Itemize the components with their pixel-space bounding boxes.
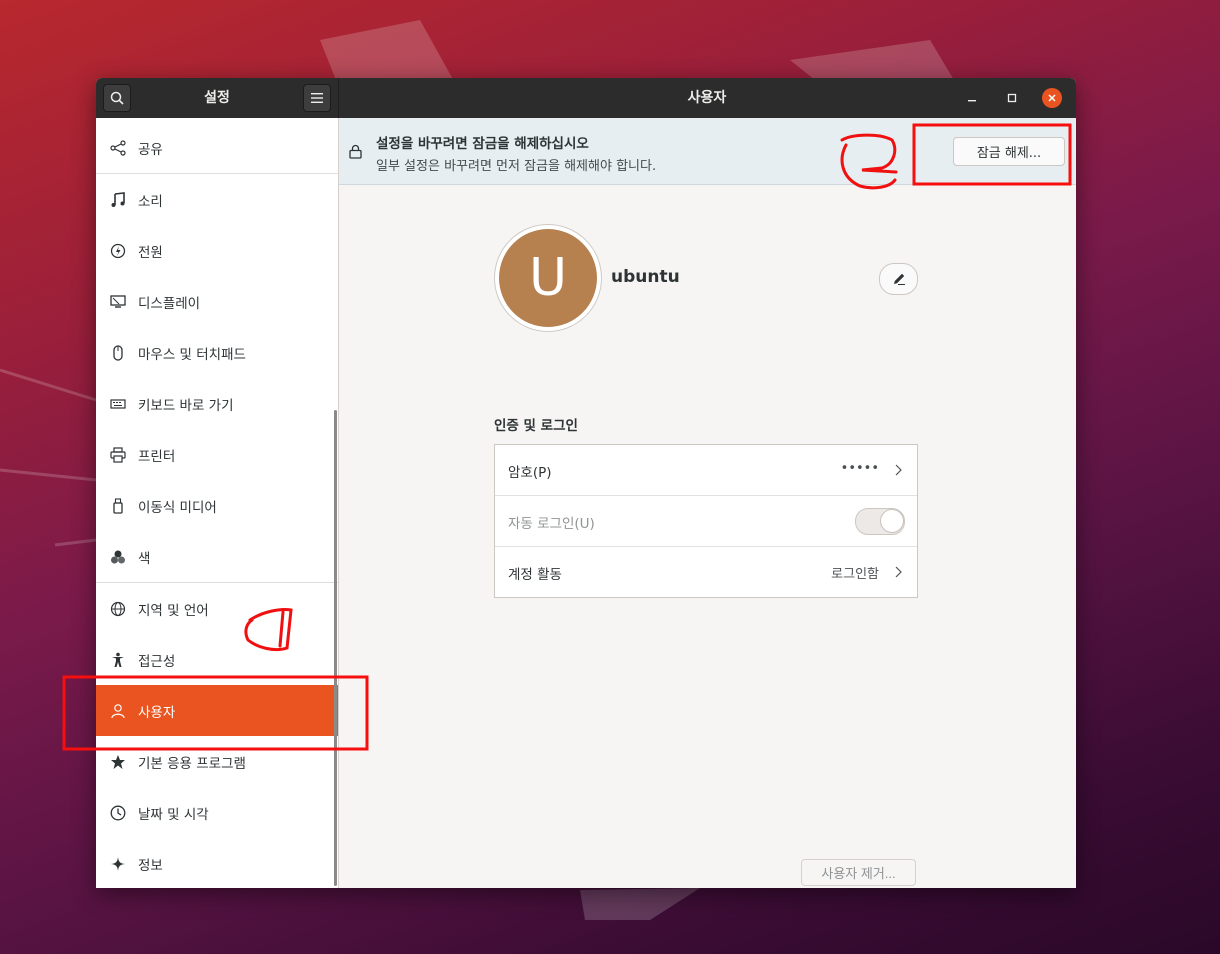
- sidebar-item-label: 기본 응용 프로그램: [138, 755, 246, 772]
- main-content: 설정을 바꾸려면 잠금을 해제하십시오 일부 설정은 바꾸려면 먼저 잠금을 해…: [339, 118, 1076, 888]
- sidebar-item-printers[interactable]: 프린터: [96, 429, 338, 480]
- remove-user-button[interactable]: 사용자 제거...: [801, 859, 916, 886]
- sidebar-item-label: 전원: [138, 244, 163, 261]
- sidebar-item-color[interactable]: 색: [96, 531, 338, 582]
- password-row[interactable]: 암호(P) •••••: [495, 445, 917, 495]
- sidebar-item-users[interactable]: 사용자: [96, 685, 338, 736]
- sidebar-item-label: 이동식 미디어: [138, 499, 217, 516]
- removable-media-icon: [109, 497, 127, 515]
- sidebar-item-label: 정보: [138, 857, 163, 874]
- sidebar-item-default-applications[interactable]: 기본 응용 프로그램: [96, 736, 338, 787]
- title-bar: 설정 사용자: [96, 78, 1076, 118]
- password-label: 암호(P): [508, 465, 552, 481]
- keyboard-icon: [109, 395, 127, 413]
- globe-icon: [109, 600, 127, 618]
- sidebar-item-label: 접근성: [138, 653, 176, 670]
- sidebar-item-label: 디스플레이: [138, 295, 201, 312]
- unlock-infobar: 설정을 바꾸려면 잠금을 해제하십시오 일부 설정은 바꾸려면 먼저 잠금을 해…: [339, 118, 1076, 185]
- menu-button[interactable]: [303, 84, 331, 112]
- sidebar-item-about[interactable]: 정보: [96, 838, 338, 888]
- sidebar: 공유 소리 전원 디스플레이 마우스 및 터치패드 키보드 바로 가기 프린터: [96, 118, 339, 888]
- close-button[interactable]: [1042, 88, 1062, 108]
- edit-name-button[interactable]: [879, 263, 918, 295]
- sidebar-item-label: 날짜 및 시각: [138, 806, 209, 823]
- sidebar-item-label: 프린터: [138, 448, 176, 465]
- avatar[interactable]: U: [499, 229, 597, 327]
- accessibility-icon: [109, 651, 127, 669]
- autologin-label: 자동 로그인(U): [508, 516, 595, 532]
- color-icon: [109, 548, 127, 566]
- user-icon: [109, 702, 127, 720]
- sidebar-item-label: 색: [138, 550, 151, 567]
- sidebar-item-mouse-touchpad[interactable]: 마우스 및 터치패드: [96, 327, 338, 378]
- sidebar-item-label: 사용자: [138, 704, 176, 721]
- sidebar-item-region-language[interactable]: 지역 및 언어: [96, 583, 338, 634]
- autologin-toggle[interactable]: [855, 508, 905, 535]
- close-icon: [1048, 94, 1056, 102]
- sidebar-item-sharing[interactable]: 공유: [96, 122, 338, 173]
- maximize-icon: [1007, 93, 1017, 103]
- autologin-row: 자동 로그인(U): [495, 496, 917, 546]
- account-activity-label: 계정 활동: [508, 567, 562, 583]
- sidebar-item-keyboard-shortcuts[interactable]: 키보드 바로 가기: [96, 378, 338, 429]
- sidebar-scrollbar[interactable]: [334, 410, 337, 886]
- minimize-icon: [968, 100, 976, 102]
- printer-icon: [109, 446, 127, 464]
- hamburger-menu-icon: [311, 93, 323, 103]
- display-icon: [109, 293, 127, 311]
- sidebar-item-removable-media[interactable]: 이동식 미디어: [96, 480, 338, 531]
- power-icon: [109, 242, 127, 260]
- music-note-icon: [109, 191, 127, 209]
- chevron-right-icon: [895, 566, 902, 578]
- password-value: •••••: [840, 461, 879, 476]
- sidebar-item-label: 키보드 바로 가기: [138, 397, 234, 414]
- sidebar-item-label: 마우스 및 터치패드: [138, 346, 246, 363]
- sidebar-item-date-time[interactable]: 날짜 및 시각: [96, 787, 338, 838]
- sidebar-item-label: 공유: [138, 141, 163, 158]
- infobar-subtitle: 일부 설정은 바꾸려면 먼저 잠금을 해제해야 합니다.: [376, 159, 657, 174]
- lock-icon: [349, 144, 362, 159]
- toggle-knob: [880, 509, 904, 533]
- maximize-button[interactable]: [1002, 88, 1022, 108]
- star-icon: [109, 753, 127, 771]
- sidebar-item-label: 소리: [138, 193, 163, 210]
- account-activity-row[interactable]: 계정 활동 로그인함: [495, 547, 917, 597]
- sidebar-item-sound[interactable]: 소리: [96, 174, 338, 225]
- sidebar-item-accessibility[interactable]: 접근성: [96, 634, 338, 685]
- account-activity-value: 로그인함: [831, 567, 879, 582]
- infobar-title: 설정을 바꾸려면 잠금을 해제하십시오: [376, 136, 589, 152]
- sidebar-item-power[interactable]: 전원: [96, 225, 338, 276]
- username: ubuntu: [611, 267, 680, 287]
- minimize-button[interactable]: [962, 88, 982, 108]
- pencil-icon: [893, 273, 905, 285]
- clock-icon: [109, 804, 127, 822]
- auth-section-heading: 인증 및 로그인: [494, 418, 578, 434]
- settings-window: 설정 사용자 공유 소리 전원 디스플레이 마우스 및 터치패드 키보드 바로 …: [96, 78, 1076, 888]
- sparkle-icon: [109, 855, 127, 873]
- sidebar-item-display[interactable]: 디스플레이: [96, 276, 338, 327]
- mouse-icon: [109, 344, 127, 362]
- share-icon: [109, 139, 127, 157]
- sidebar-title: 설정: [204, 90, 230, 106]
- search-button[interactable]: [103, 84, 131, 112]
- sidebar-item-label: 지역 및 언어: [138, 602, 209, 619]
- search-icon: [110, 91, 124, 105]
- chevron-right-icon: [895, 464, 902, 476]
- unlock-button[interactable]: 잠금 해제...: [953, 137, 1065, 166]
- auth-list: 암호(P) ••••• 자동 로그인(U) 계정 활동 로그인함: [494, 444, 918, 598]
